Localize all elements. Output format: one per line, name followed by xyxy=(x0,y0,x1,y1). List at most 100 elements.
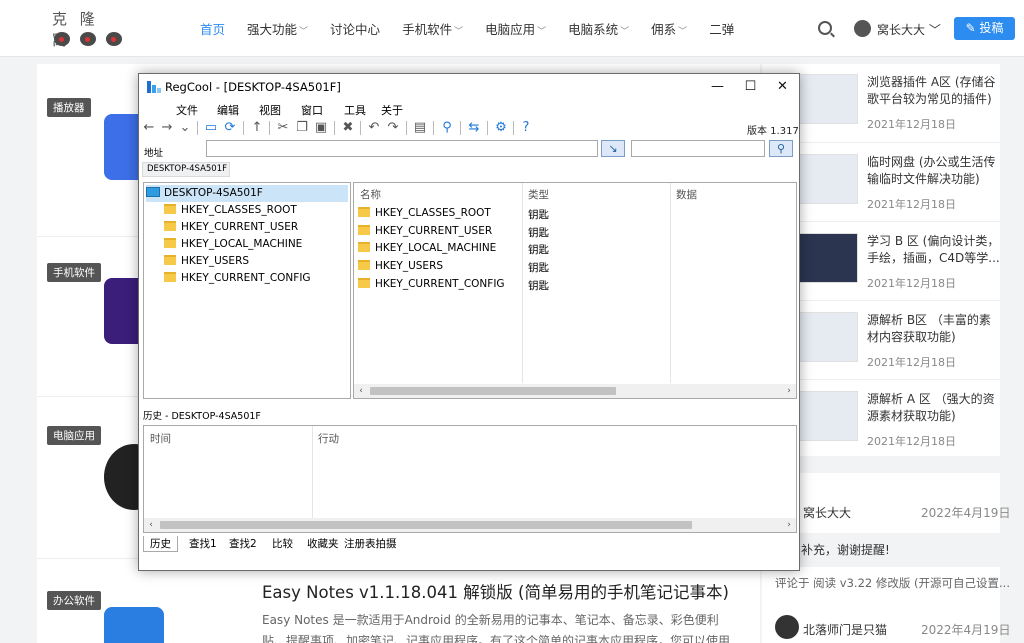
new-folder-icon[interactable]: ▤ xyxy=(412,120,428,136)
comment-author[interactable]: 窝长大大 xyxy=(803,504,851,521)
column-divider[interactable] xyxy=(670,183,671,383)
copy-icon[interactable]: ❐ xyxy=(294,120,310,136)
chevron-down-icon: ﹀ xyxy=(537,27,547,37)
nav-item-pc-systems[interactable]: 电脑系统 ﹀ xyxy=(568,19,629,38)
delete-icon[interactable]: ✖ xyxy=(340,120,356,136)
post-title[interactable]: 浏览器插件 A区 (存储谷歌平台较为常见的插件) xyxy=(867,74,1002,108)
nav-item-pc-apps[interactable]: 电脑应用 ﹀ xyxy=(485,19,546,38)
computer-icon[interactable]: ▭ xyxy=(203,120,219,136)
column-divider[interactable] xyxy=(522,183,523,383)
post-title[interactable]: 学习 B 区 (偏向设计类，手绘，插画，C4D等学... xyxy=(867,233,1002,267)
menu-view[interactable]: 视图 xyxy=(259,102,281,118)
nav-item-erdan[interactable]: 二弹 xyxy=(709,19,734,38)
tree-item-hive[interactable]: HKEY_CURRENT_CONFIG xyxy=(164,270,311,287)
tab-registry-snapshot[interactable]: 注册表拍摄 xyxy=(338,536,403,552)
column-header-data[interactable]: 数据 xyxy=(676,187,697,202)
chevron-down-icon[interactable]: ⌄ xyxy=(177,120,193,136)
scrollbar-thumb[interactable] xyxy=(370,387,616,395)
post-title[interactable]: 临时网盘 (办公或生活传输临时文件解决功能) xyxy=(867,154,1002,188)
list-item-type: 钥匙 xyxy=(528,280,549,292)
search-icon[interactable] xyxy=(818,21,832,35)
scrollbar-thumb[interactable] xyxy=(160,521,692,529)
nav-item-discussion[interactable]: 讨论中心 xyxy=(330,19,380,38)
avatar[interactable] xyxy=(775,615,799,639)
tab-history[interactable]: 历史 xyxy=(143,536,178,552)
list-item[interactable]: HKEY_CURRENT_USER xyxy=(358,225,492,237)
redo-icon[interactable]: ↷ xyxy=(385,120,401,136)
nav-item-mobile[interactable]: 手机软件 ﹀ xyxy=(402,19,463,38)
back-icon[interactable]: ← xyxy=(141,120,157,136)
list-item-name: HKEY_CURRENT_CONFIG xyxy=(375,278,505,290)
toolbar-separator xyxy=(513,121,514,135)
window-title: RegCool - [DESKTOP-4SA501F] xyxy=(165,80,341,94)
post-title[interactable]: 源解析 B区 （丰富的素材内容获取功能) xyxy=(867,312,1002,346)
scroll-right-icon[interactable]: › xyxy=(782,384,796,398)
search-input[interactable] xyxy=(631,140,765,157)
tab-find1[interactable]: 查找1 xyxy=(183,536,223,552)
search-button[interactable]: ⚲ xyxy=(769,140,793,157)
menu-tools[interactable]: 工具 xyxy=(344,102,366,118)
category-tag[interactable]: 办公软件 xyxy=(47,591,101,610)
category-tag[interactable]: 电脑应用 xyxy=(47,426,101,445)
menu-file[interactable]: 文件 xyxy=(176,102,198,118)
address-input[interactable] xyxy=(206,140,598,157)
nav-item-home[interactable]: 首页 xyxy=(200,19,225,38)
go-button[interactable]: ↘ xyxy=(601,140,625,157)
menu-about[interactable]: 关于 xyxy=(381,102,403,118)
list-item[interactable]: HKEY_CURRENT_CONFIG xyxy=(358,278,505,290)
forward-icon[interactable]: → xyxy=(159,120,175,136)
nav-item-yongxi[interactable]: 佣系 ﹀ xyxy=(651,19,687,38)
menu-window[interactable]: 窗口 xyxy=(301,102,323,118)
article-thumbnail[interactable] xyxy=(104,607,164,643)
tab-path[interactable]: DESKTOP-4SA501F xyxy=(142,162,230,177)
column-header-type[interactable]: 类型 xyxy=(528,187,549,202)
title-bar[interactable]: RegCool - [DESKTOP-4SA501F] — ☐ ✕ xyxy=(139,74,799,100)
tab-find2[interactable]: 查找2 xyxy=(223,536,263,552)
list-item[interactable]: HKEY_CLASSES_ROOT xyxy=(358,207,491,219)
undo-icon[interactable]: ↶ xyxy=(366,120,382,136)
post-button[interactable]: ✎ 投稿 xyxy=(954,17,1015,40)
tab-compare[interactable]: 比较 xyxy=(266,536,299,552)
tree-item-root[interactable]: DESKTOP-4SA501F xyxy=(146,185,348,202)
computer-icon xyxy=(146,187,160,197)
cut-icon[interactable]: ✂ xyxy=(275,120,291,136)
maximize-button[interactable]: ☐ xyxy=(734,74,767,100)
user-menu[interactable]: 窝长大大 ﹀ xyxy=(877,21,941,38)
help-icon[interactable]: ? xyxy=(518,120,534,136)
minimize-button[interactable]: — xyxy=(701,74,734,100)
search-icon[interactable]: ⚲ xyxy=(439,120,455,136)
tree-label: HKEY_USERS xyxy=(181,255,250,267)
refresh-icon[interactable]: ⟳ xyxy=(222,120,238,136)
up-arrow-icon[interactable]: ↑ xyxy=(249,120,265,136)
column-header-action[interactable]: 行动 xyxy=(318,431,339,446)
article-title[interactable]: Easy Notes v1.1.18.041 解锁版 (简单易用的手机笔记记事本… xyxy=(262,579,729,603)
avatar[interactable] xyxy=(854,20,871,37)
tree-item-hive[interactable]: HKEY_CLASSES_ROOT xyxy=(164,202,297,219)
comment-author[interactable]: 北落师门是只猫 xyxy=(803,621,887,638)
list-item[interactable]: HKEY_USERS xyxy=(358,260,443,272)
horizontal-scrollbar[interactable]: ‹ › xyxy=(354,384,796,398)
scroll-left-icon[interactable]: ‹ xyxy=(354,384,368,398)
category-tag[interactable]: 手机软件 xyxy=(47,263,101,282)
compare-icon[interactable]: ⇆ xyxy=(466,120,482,136)
regcool-app-icon xyxy=(147,81,161,93)
list-item[interactable]: HKEY_LOCAL_MACHINE xyxy=(358,242,496,254)
tree-item-hive[interactable]: HKEY_USERS xyxy=(164,253,249,270)
tree-item-hive[interactable]: HKEY_LOCAL_MACHINE xyxy=(164,236,302,253)
column-header-name[interactable]: 名称 xyxy=(360,187,381,202)
menu-edit[interactable]: 编辑 xyxy=(217,102,239,118)
nav-item-features[interactable]: 强大功能 ﹀ xyxy=(247,19,308,38)
site-logo[interactable]: 克 隆 窝 xyxy=(52,8,124,50)
category-tag[interactable]: 播放器 xyxy=(47,98,91,117)
comment-reference-link[interactable]: 评论于 阅读 v3.22 修改版 (开源可自己设置... xyxy=(775,575,1010,591)
column-header-time[interactable]: 时间 xyxy=(150,431,171,446)
paste-icon[interactable]: ▣ xyxy=(313,120,329,136)
post-title[interactable]: 源解析 A 区 （强大的资源素材获取功能) xyxy=(867,391,1002,425)
scroll-right-icon[interactable]: › xyxy=(782,518,796,532)
close-button[interactable]: ✕ xyxy=(766,74,799,100)
horizontal-scrollbar[interactable]: ‹ › xyxy=(144,518,796,532)
column-divider[interactable] xyxy=(312,426,313,518)
scroll-left-icon[interactable]: ‹ xyxy=(144,518,158,532)
gear-icon[interactable]: ⚙ xyxy=(493,120,509,136)
tree-item-hive[interactable]: HKEY_CURRENT_USER xyxy=(164,219,298,236)
